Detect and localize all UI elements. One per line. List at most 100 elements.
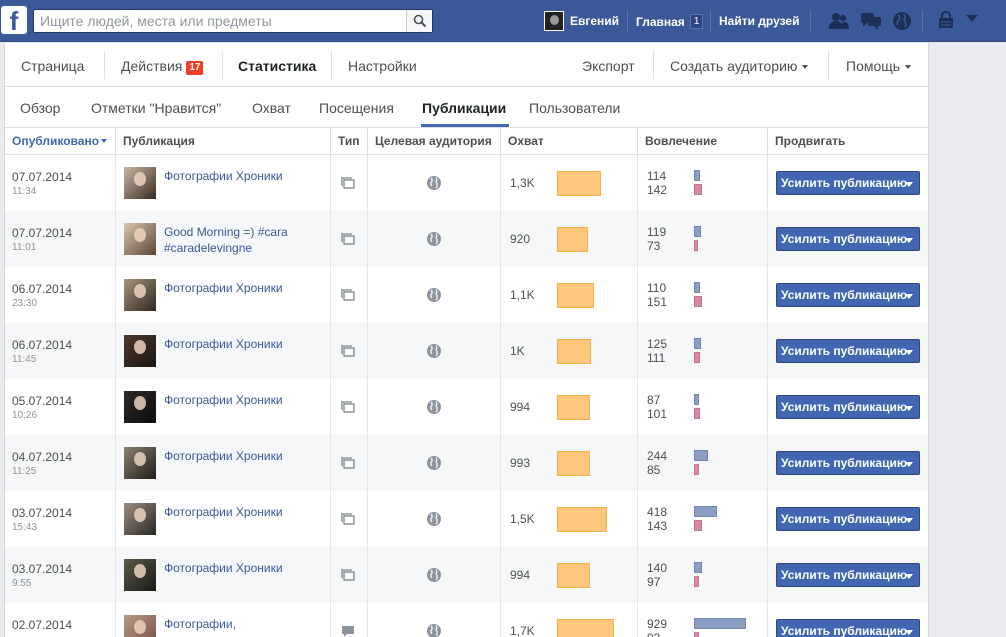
create-audience-dropdown[interactable]: Создать аудиторию — [670, 58, 809, 74]
post-title-link[interactable]: Фотографии, — [164, 616, 324, 632]
engagement-clicks: 244 — [647, 449, 668, 463]
post-thumbnail[interactable] — [124, 223, 156, 255]
reach-cell: 1K — [501, 323, 638, 379]
chevron-down-icon — [905, 574, 913, 579]
post-cell: Фотографии Хроники — [116, 379, 331, 435]
post-title-link[interactable]: Фотографии Хроники — [164, 448, 324, 464]
engagement-clicks: 119 — [647, 225, 667, 239]
boost-post-button[interactable]: Усилить публикацию — [776, 283, 920, 307]
engagement-cell: 87 101 — [638, 379, 768, 435]
search-button[interactable] — [406, 10, 432, 32]
account-menu-icon[interactable] — [966, 15, 978, 23]
boost-post-button[interactable]: Усилить публикацию — [776, 507, 920, 531]
facebook-logo-icon[interactable]: f — [1, 6, 27, 34]
post-title-link[interactable]: Фотографии Хроники — [164, 336, 324, 352]
boost-post-label: Усилить публикацию — [781, 232, 908, 246]
post-thumbnail[interactable] — [124, 279, 156, 311]
profile-link[interactable]: Евгений — [544, 11, 619, 31]
subtab-reach[interactable]: Охват — [252, 100, 291, 116]
help-dropdown[interactable]: Помощь — [846, 58, 912, 74]
messages-icon[interactable] — [860, 11, 882, 31]
column-type[interactable]: Тип — [331, 128, 368, 155]
tab-settings[interactable]: Настройки — [348, 58, 417, 74]
promote-cell: Усилить публикацию — [768, 267, 928, 323]
nav-divider — [810, 10, 811, 32]
boost-post-button[interactable]: Усилить публикацию — [776, 339, 920, 363]
reach-value: 1,7K — [510, 624, 535, 637]
notifications-globe-icon[interactable] — [892, 11, 912, 31]
column-audience[interactable]: Целевая аудитория — [368, 128, 501, 155]
user-avatar — [544, 11, 564, 31]
engagement-cell: 244 85 — [638, 435, 768, 491]
subtab-likes[interactable]: Отметки "Нравится" — [91, 100, 221, 116]
home-link[interactable]: Главная 1 — [636, 14, 704, 29]
public-globe-icon — [427, 288, 441, 302]
subtab-visits[interactable]: Посещения — [319, 100, 394, 116]
boost-post-button[interactable]: Усилить публикацию — [776, 227, 920, 251]
reach-value: 993 — [510, 456, 531, 470]
search-input[interactable] — [34, 10, 404, 32]
boost-post-label: Усилить публикацию — [781, 176, 908, 190]
column-published[interactable]: Опубликовано — [5, 128, 116, 155]
boost-post-button[interactable]: Усилить публикацию — [776, 395, 920, 419]
post-title-link[interactable]: Фотографии Хроники — [164, 560, 324, 576]
privacy-lock-icon[interactable] — [937, 11, 955, 29]
engagement-clicks: 87 — [647, 393, 661, 407]
column-reach[interactable]: Охват — [501, 128, 638, 155]
top-bar: f Евгений Главная 1 Найти друзей — [0, 0, 1006, 42]
post-thumbnail[interactable] — [124, 391, 156, 423]
post-thumbnail[interactable] — [124, 503, 156, 535]
post-cell: Фотографии Хроники — [116, 547, 331, 603]
column-engagement[interactable]: Вовлечение — [638, 128, 768, 155]
engagement-reactions-bar — [694, 576, 699, 587]
boost-post-button[interactable]: Усилить публикацию — [776, 171, 920, 195]
export-link[interactable]: Экспорт — [582, 58, 635, 74]
subtab-overview[interactable]: Обзор — [20, 100, 60, 116]
post-title-link[interactable]: Фотографии Хроники — [164, 168, 324, 184]
user-name: Евгений — [570, 14, 620, 28]
public-globe-icon — [427, 512, 441, 526]
post-thumbnail[interactable] — [124, 167, 156, 199]
promote-cell: Усилить публикацию — [768, 491, 928, 547]
post-title-link[interactable]: Фотографии Хроники — [164, 280, 324, 296]
post-time: 9:55 — [12, 578, 32, 589]
tab-statistics[interactable]: Статистика — [238, 58, 316, 74]
engagement-reactions-bar — [694, 296, 702, 307]
engagement-reactions-bar — [694, 240, 698, 251]
tab-page[interactable]: Страница — [21, 58, 84, 74]
type-cell — [331, 435, 368, 491]
post-title-link[interactable]: Фотографии Хроники — [164, 392, 324, 408]
post-cell: Фотографии Хроники — [116, 435, 331, 491]
engagement-cell: 114 142 — [638, 155, 768, 211]
chevron-down-icon — [905, 462, 913, 467]
post-thumbnail[interactable] — [124, 447, 156, 479]
engagement-reactions: 97 — [647, 575, 661, 589]
column-post[interactable]: Публикация — [116, 128, 331, 155]
reach-value: 1,3K — [510, 176, 535, 190]
boost-post-button[interactable]: Усилить публикацию — [776, 619, 920, 637]
reach-bar — [557, 227, 588, 252]
boost-post-button[interactable]: Усилить публикацию — [776, 451, 920, 475]
audience-cell — [368, 435, 501, 491]
post-title-link[interactable]: Фотографии Хроники — [164, 504, 324, 520]
public-globe-icon — [427, 400, 441, 414]
reach-cell: 920 — [501, 211, 638, 267]
boost-post-label: Усилить публикацию — [781, 624, 908, 637]
chevron-down-icon — [802, 65, 809, 69]
engagement-cell: 929 93 — [638, 603, 768, 637]
published-cell: 04.07.2014 11:25 — [5, 435, 116, 491]
subtab-users[interactable]: Пользователи — [529, 100, 620, 116]
reach-bar — [557, 451, 590, 476]
subtab-posts[interactable]: Публикации — [422, 100, 506, 116]
friend-requests-icon[interactable] — [828, 11, 850, 31]
post-thumbnail[interactable] — [124, 559, 156, 591]
post-title-link[interactable]: Good Morning =) #cara #caradelevingne — [164, 224, 324, 256]
post-thumbnail[interactable] — [124, 615, 156, 637]
boost-post-button[interactable]: Усилить публикацию — [776, 563, 920, 587]
tab-actions[interactable]: Действия 17 — [121, 58, 204, 75]
post-thumbnail[interactable] — [124, 335, 156, 367]
find-friends-link[interactable]: Найти друзей — [719, 14, 799, 28]
post-date: 02.07.2014 — [12, 618, 73, 632]
engagement-cell: 125 111 — [638, 323, 768, 379]
reach-value: 1,5K — [510, 512, 535, 526]
